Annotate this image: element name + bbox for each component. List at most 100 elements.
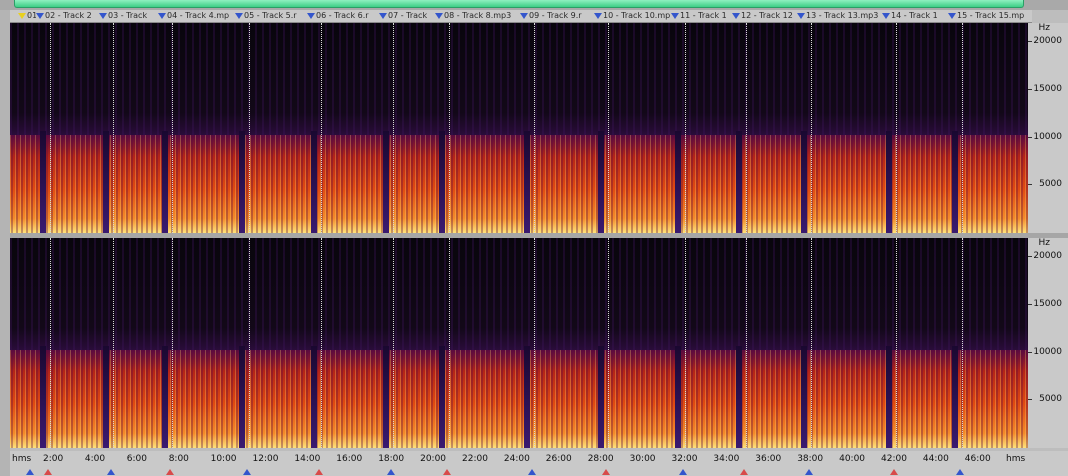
track-start-marker-icon[interactable] (528, 469, 536, 475)
time-tick-label: 38:00 (797, 454, 824, 464)
frequency-tick (1028, 89, 1032, 90)
track-boundary-line (746, 238, 747, 448)
time-unit-label-left: hms (12, 454, 32, 464)
track-boundary-line (172, 23, 173, 233)
track-gap (103, 346, 109, 448)
time-tick-label: 40:00 (839, 454, 866, 464)
track-marker-14[interactable]: 14 - Track 1 (882, 10, 948, 22)
track-marker-7[interactable]: 07 - Track (379, 10, 435, 22)
track-marker-12[interactable]: 12 - Track 12 (732, 10, 797, 22)
track-gap (162, 346, 168, 448)
time-tick-label: 14:00 (294, 454, 321, 464)
track-start-marker-icon[interactable] (443, 469, 451, 475)
track-marker-label: 03 - Track (108, 11, 148, 20)
track-boundary-line (608, 23, 609, 233)
track-marker-label: 01 - (27, 11, 36, 20)
time-tick-label: 42:00 (881, 454, 907, 464)
left-gutter (0, 10, 10, 476)
track-marker-15[interactable]: 15 - Track 15.mp (948, 10, 1032, 22)
track-marker-label: 10 - Track 10.mp (603, 11, 671, 20)
track-marker-1[interactable]: 01 - (18, 10, 36, 22)
track-marker-label: 05 - Track 5.r (244, 11, 297, 20)
time-tick-label: 22:00 (462, 454, 488, 464)
marker-triangle-icon (18, 12, 26, 19)
track-marker-3[interactable]: 03 - Track (99, 10, 158, 22)
track-boundary-line (393, 238, 394, 448)
track-start-marker-icon[interactable] (679, 469, 687, 475)
track-start-marker-icon[interactable] (26, 469, 34, 475)
horizontal-scrollbar[interactable] (0, 0, 1068, 10)
marker-triangle-icon (36, 12, 44, 19)
track-gap (311, 346, 317, 448)
track-boundary-line (896, 238, 897, 448)
track-start-marker-icon[interactable] (956, 469, 964, 475)
track-start-marker-icon[interactable] (805, 469, 813, 475)
track-gap (383, 131, 389, 233)
track-start-marker-icon[interactable] (166, 469, 174, 475)
time-tick-label: 10:00 (210, 454, 237, 464)
track-marker-label: 11 - Track 1 (680, 11, 727, 20)
frequency-tick (1028, 184, 1032, 185)
track-marker-10[interactable]: 10 - Track 10.mp (594, 10, 671, 22)
marker-triangle-icon (379, 12, 387, 19)
track-start-marker-icon[interactable] (387, 469, 395, 475)
marker-triangle-icon (671, 12, 679, 19)
time-tick-label: 2:00 (43, 454, 64, 464)
track-gap (162, 131, 168, 233)
time-tick-label: 32:00 (671, 454, 698, 464)
marker-triangle-icon (520, 12, 528, 19)
scrollbar-thumb[interactable] (14, 0, 1024, 8)
track-marker-5[interactable]: 05 - Track 5.r (235, 10, 307, 22)
track-gap (40, 131, 46, 233)
frequency-tick-label: 15000 (1033, 84, 1062, 94)
time-tick-label: 44:00 (922, 454, 949, 464)
frequency-unit-label: Hz (1038, 238, 1051, 248)
track-boundary-line (393, 23, 394, 233)
track-gap (886, 131, 892, 233)
track-marker-label: 15 - Track 15.mp (957, 11, 1025, 20)
track-boundary-line (249, 238, 250, 448)
track-boundary-line (608, 238, 609, 448)
track-marker-13[interactable]: 13 - Track 13.mp3 (797, 10, 882, 22)
time-tick-label: 6:00 (126, 454, 148, 464)
spectrogram-channel-1[interactable] (10, 23, 1028, 233)
track-gap (311, 131, 317, 233)
frequency-tick-label: 20000 (1033, 251, 1062, 261)
track-gap (103, 131, 109, 233)
track-start-marker-icon[interactable] (44, 469, 52, 475)
track-marker-label: 02 - Track 2 (45, 11, 92, 20)
track-start-marker-icon[interactable] (243, 469, 251, 475)
frequency-axis-2: Hz 20000 15000 10000 5000 (1028, 238, 1068, 448)
track-start-marker-icon[interactable] (315, 469, 323, 475)
track-marker-6[interactable]: 06 - Track 6.r (307, 10, 379, 22)
track-boundary-line (321, 238, 322, 448)
track-gap (675, 131, 681, 233)
track-boundary-line (50, 238, 51, 448)
track-start-marker-icon[interactable] (602, 469, 610, 475)
high-frequency-band (10, 23, 1028, 135)
track-start-marker-icon[interactable] (107, 469, 115, 475)
time-tick-label: 16:00 (336, 454, 363, 464)
track-marker-8[interactable]: 08 - Track 8.mp3 (435, 10, 520, 22)
track-boundary-line (962, 238, 963, 448)
track-marker-4[interactable]: 04 - Track 4.mp (158, 10, 235, 22)
spectrogram-channel-2[interactable] (10, 238, 1028, 448)
track-boundary-line (534, 23, 535, 233)
track-boundary-line (321, 23, 322, 233)
marker-triangle-icon (235, 12, 243, 19)
track-start-marker-icon[interactable] (890, 469, 898, 475)
track-gap (524, 131, 530, 233)
track-marker-11[interactable]: 11 - Track 1 (671, 10, 732, 22)
track-boundary-line (811, 238, 812, 448)
marker-triangle-icon (99, 12, 107, 19)
track-gap (801, 131, 807, 233)
track-marker-9[interactable]: 09 - Track 9.r (520, 10, 594, 22)
frequency-tick-label: 10000 (1033, 347, 1062, 357)
track-gap (439, 131, 445, 233)
track-marker-2[interactable]: 02 - Track 2 (36, 10, 99, 22)
time-tick-label: 34:00 (713, 454, 740, 464)
track-boundary-line (172, 238, 173, 448)
track-boundary-line (811, 23, 812, 233)
track-start-marker-icon[interactable] (740, 469, 748, 475)
track-boundary-line (896, 23, 897, 233)
